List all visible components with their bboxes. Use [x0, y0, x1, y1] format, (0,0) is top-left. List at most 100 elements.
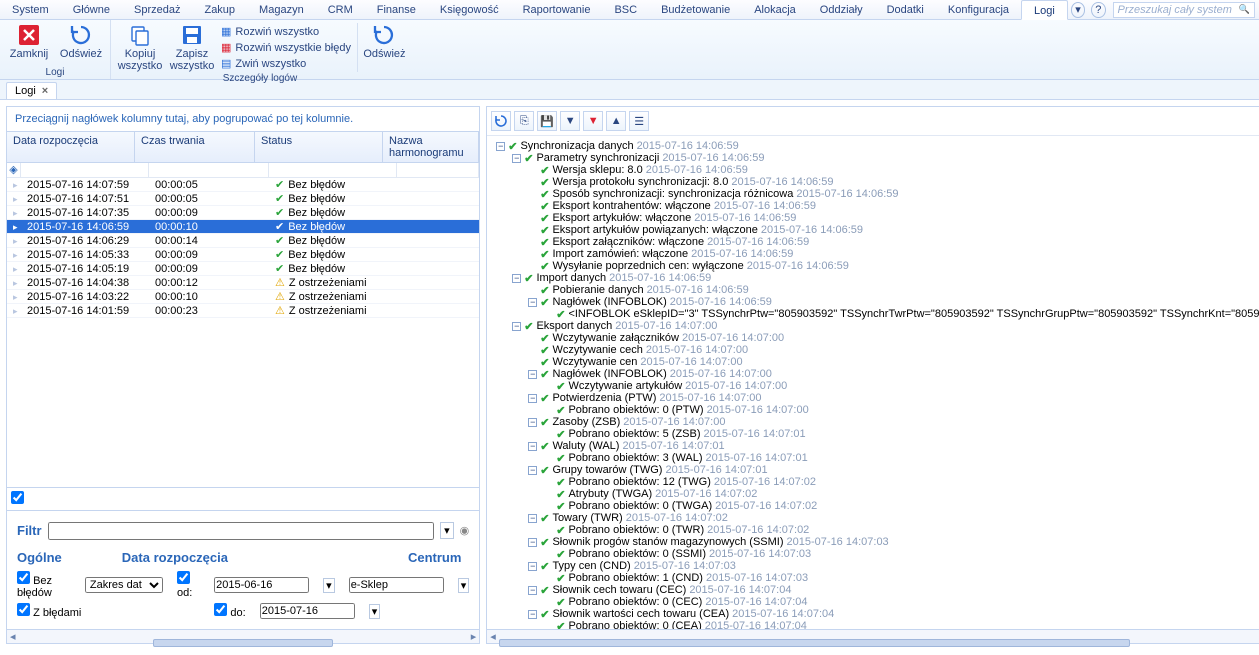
menu-item-bsc[interactable]: BSC — [602, 0, 649, 20]
tree-node[interactable]: −✔Synchronizacja danych 2015-07-16 14:06… — [487, 140, 1259, 152]
filter-dropdown-icon[interactable]: ▾ — [440, 522, 454, 539]
center-input[interactable] — [349, 577, 444, 593]
menu-item-dodatki[interactable]: Dodatki — [875, 0, 936, 20]
tree-node[interactable]: −✔Słownik progów stanów magazynowych (SS… — [487, 536, 1259, 548]
table-row[interactable]: 2015-07-16 14:06:2900:00:14✔Bez błędów — [7, 234, 479, 248]
filter-with-errors[interactable]: Z błędami — [17, 603, 81, 619]
close-button[interactable]: Zamknij — [6, 23, 52, 60]
tree-node[interactable]: −✔Słownik wartości cech towaru (CEA) 201… — [487, 608, 1259, 620]
menu-item-oddziały[interactable]: Oddziały — [808, 0, 875, 20]
table-row[interactable]: 2015-07-16 14:05:3300:00:09✔Bez błędów — [7, 248, 479, 262]
expand-all-button[interactable]: ▦ Rozwiń wszystko — [221, 24, 351, 39]
tree-node[interactable]: ✔Pobrano obiektów: 0 (TWGA) 2015-07-16 1… — [487, 500, 1259, 512]
tree-node[interactable]: ✔Wczytywanie załączników 2015-07-16 14:0… — [487, 332, 1259, 344]
grid-filter-row[interactable]: ◈ — [7, 163, 479, 178]
tree-node[interactable]: −✔Parametry synchronizacji 2015-07-16 14… — [487, 152, 1259, 164]
tree-node[interactable]: ✔<INFOBLOK eSklepID="3" TSSynchrPtw="805… — [487, 308, 1259, 320]
tree-list-icon[interactable]: ☰ — [629, 111, 649, 131]
table-row[interactable]: 2015-07-16 14:05:1900:00:09✔Bez błędów — [7, 262, 479, 276]
tree-node[interactable]: ✔Pobrano obiektów: 0 (SSMI) 2015-07-16 1… — [487, 548, 1259, 560]
tree-node[interactable]: ✔Eksport artykułów: włączone 2015-07-16 … — [487, 212, 1259, 224]
table-row[interactable]: 2015-07-16 14:01:5900:00:23⚠Z ostrzeżeni… — [7, 304, 479, 318]
save-all-button[interactable]: Zapisz wszystko — [169, 23, 215, 72]
tree-node[interactable]: −✔Eksport danych 2015-07-16 14:07:00 — [487, 320, 1259, 332]
search-icon[interactable]: 🔍 — [1239, 4, 1250, 15]
date-to-input[interactable] — [260, 603, 355, 619]
tree-node[interactable]: ✔Wczytywanie cen 2015-07-16 14:07:00 — [487, 356, 1259, 368]
table-row[interactable]: 2015-07-16 14:07:5100:00:05✔Bez błędów — [7, 192, 479, 206]
tree-node[interactable]: ✔Wersja protokołu synchronizacji: 8.0 20… — [487, 176, 1259, 188]
tab-logs[interactable]: Logi × — [6, 82, 57, 99]
menu-item-główne[interactable]: Główne — [61, 0, 122, 20]
tree-node[interactable]: ✔Pobrano obiektów: 12 (TWG) 2015-07-16 1… — [487, 476, 1259, 488]
collapse-icon[interactable]: − — [512, 154, 521, 163]
collapse-icon[interactable]: − — [528, 394, 537, 403]
chk-to[interactable] — [214, 603, 227, 616]
collapse-icon[interactable]: − — [512, 274, 521, 283]
table-row[interactable]: 2015-07-16 14:07:3500:00:09✔Bez błędów — [7, 206, 479, 220]
filter-icon[interactable]: ◈ — [7, 163, 21, 177]
menu-item-alokacja[interactable]: Alokacja — [742, 0, 808, 20]
collapse-icon[interactable]: − — [528, 298, 537, 307]
table-row[interactable]: 2015-07-16 14:03:2200:00:10⚠Z ostrzeżeni… — [7, 290, 479, 304]
collapse-icon[interactable]: − — [528, 514, 537, 523]
tree-node[interactable]: ✔Atrybuty (TWGA) 2015-07-16 14:07:02 — [487, 488, 1259, 500]
tree-node[interactable]: −✔Nagłówek (INFOBLOK) 2015-07-16 14:07:0… — [487, 368, 1259, 380]
chevron-down-icon[interactable]: ▾ — [1071, 2, 1085, 18]
grid-footer-check[interactable] — [11, 491, 24, 504]
collapse-all-button[interactable]: ▤ Zwiń wszystko — [221, 56, 351, 71]
date-range-select[interactable]: Zakres dat — [85, 577, 163, 593]
from-dd[interactable]: ▾ — [323, 578, 335, 593]
menu-item-magazyn[interactable]: Magazyn — [247, 0, 316, 20]
tree-refresh-icon[interactable] — [491, 111, 511, 131]
tree-node[interactable]: ✔Pobrano obiektów: 0 (PTW) 2015-07-16 14… — [487, 404, 1259, 416]
collapse-icon[interactable]: − — [528, 562, 537, 571]
tree-node[interactable]: ✔Pobrano obiektów: 3 (WAL) 2015-07-16 14… — [487, 452, 1259, 464]
collapse-icon[interactable]: − — [528, 586, 537, 595]
tree-node[interactable]: ✔Eksport artykułów powiązanych: włączone… — [487, 224, 1259, 236]
collapse-icon[interactable]: − — [528, 442, 537, 451]
tree-save-icon[interactable]: 💾 — [537, 111, 557, 131]
tree-node[interactable]: ✔Pobrano obiektów: 0 (TWR) 2015-07-16 14… — [487, 524, 1259, 536]
tree-node[interactable]: ✔Pobrano obiektów: 0 (CEC) 2015-07-16 14… — [487, 596, 1259, 608]
filter-run-icon[interactable]: ◉ — [460, 524, 470, 537]
filter-from[interactable]: od: — [177, 571, 200, 599]
expand-errors-button[interactable]: ▦ Rozwiń wszystkie błędy — [221, 40, 351, 55]
menu-item-crm[interactable]: CRM — [316, 0, 365, 20]
tree-node[interactable]: ✔Wczytywanie cech 2015-07-16 14:07:00 — [487, 344, 1259, 356]
col-status[interactable]: Status — [255, 132, 383, 162]
tree-node[interactable]: ✔Wersja sklepu: 8.0 2015-07-16 14:06:59 — [487, 164, 1259, 176]
tree-expand-err-icon[interactable]: ▼ — [583, 111, 603, 131]
col-schedule-name[interactable]: Nazwa harmonogramu — [383, 132, 479, 162]
tree[interactable]: −✔Synchronizacja danych 2015-07-16 14:06… — [487, 136, 1259, 629]
chk-from[interactable] — [177, 571, 190, 584]
tree-node[interactable]: −✔Słownik cech towaru (CEC) 2015-07-16 1… — [487, 584, 1259, 596]
menu-item-system[interactable]: System — [0, 0, 61, 20]
collapse-icon[interactable]: − — [528, 538, 537, 547]
filter-input[interactable] — [48, 522, 435, 540]
menu-item-finanse[interactable]: Finanse — [365, 0, 428, 20]
menu-item-zakup[interactable]: Zakup — [192, 0, 247, 20]
tree-node[interactable]: −✔Potwierdzenia (PTW) 2015-07-16 14:07:0… — [487, 392, 1259, 404]
tree-node[interactable]: −✔Zasoby (ZSB) 2015-07-16 14:07:00 — [487, 416, 1259, 428]
chk-no-errors[interactable] — [17, 571, 30, 584]
menu-item-sprzedaż[interactable]: Sprzedaż — [122, 0, 192, 20]
tree-node[interactable]: ✔Eksport kontrahentów: włączone 2015-07-… — [487, 200, 1259, 212]
tree-expand-icon[interactable]: ▼ — [560, 111, 580, 131]
collapse-icon[interactable]: − — [528, 610, 537, 619]
tree-collapse-icon[interactable]: ▲ — [606, 111, 626, 131]
refresh2-button[interactable]: Odśwież — [357, 23, 403, 72]
collapse-icon[interactable]: − — [528, 370, 537, 379]
collapse-icon[interactable]: − — [496, 142, 505, 151]
menu-item-księgowość[interactable]: Księgowość — [428, 0, 511, 20]
chk-with-errors[interactable] — [17, 603, 30, 616]
tree-node[interactable]: −✔Nagłówek (INFOBLOK) 2015-07-16 14:06:5… — [487, 296, 1259, 308]
tree-copy-icon[interactable]: ⎘ — [514, 111, 534, 131]
tree-node[interactable]: ✔Sposób synchronizacji: synchronizacja r… — [487, 188, 1259, 200]
tree-node[interactable]: −✔Towary (TWR) 2015-07-16 14:07:02 — [487, 512, 1259, 524]
tree-node[interactable]: −✔Waluty (WAL) 2015-07-16 14:07:01 — [487, 440, 1259, 452]
tree-node[interactable]: −✔Grupy towarów (TWG) 2015-07-16 14:07:0… — [487, 464, 1259, 476]
tree-node[interactable]: ✔Pobrano obiektów: 1 (CND) 2015-07-16 14… — [487, 572, 1259, 584]
table-row[interactable]: 2015-07-16 14:04:3800:00:12⚠Z ostrzeżeni… — [7, 276, 479, 290]
col-start-date[interactable]: Data rozpoczęcia — [7, 132, 135, 162]
